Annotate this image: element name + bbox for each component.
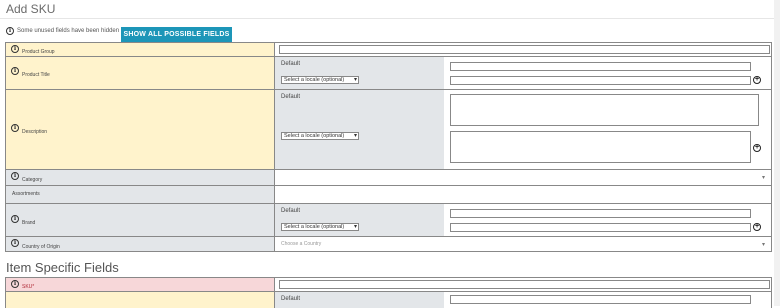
info-icon[interactable]: i: [11, 67, 19, 75]
info-icon[interactable]: i: [11, 45, 19, 53]
label-text: Brand: [22, 220, 36, 226]
row-sku: i SKU*: [6, 278, 772, 292]
label-text: Description: [22, 129, 48, 135]
locale-select[interactable]: Select a locale (optional): [281, 223, 359, 231]
label-country: i Country of Origin: [6, 237, 275, 251]
default-label: Default: [281, 94, 301, 100]
row-description: i Description Default Select a locale (o…: [6, 90, 772, 170]
field-description: Default Select a locale (optional) +: [275, 90, 771, 169]
default-label: Default: [281, 208, 301, 214]
label-text: Assortments: [12, 191, 40, 197]
chevron-down-icon[interactable]: ▾: [762, 241, 765, 248]
product-title-locale-input[interactable]: [450, 76, 751, 85]
add-locale-icon[interactable]: +: [753, 223, 761, 231]
country-select[interactable]: Choose a Country ▾: [275, 237, 771, 251]
locale-column: Default Select a locale (optional): [275, 90, 445, 169]
row-assortments: Assortments: [6, 186, 772, 204]
label-description: i Description: [6, 90, 275, 169]
label-category: i Category: [6, 170, 275, 185]
row-country: i Country of Origin Choose a Country ▾: [6, 237, 772, 252]
default-label: Default: [281, 296, 301, 302]
product-group-input[interactable]: [279, 45, 770, 54]
locale-select[interactable]: Select a locale (optional): [281, 132, 359, 140]
description-default-textarea[interactable]: [450, 94, 759, 126]
add-locale-icon[interactable]: +: [753, 144, 761, 152]
label-product-title: i Product Title: [6, 57, 275, 89]
hint-text: Some unused fields have been hidden: [17, 28, 120, 34]
field-assortments[interactable]: [275, 186, 771, 203]
label-text: Country of Origin: [22, 244, 60, 250]
sku-form: i Product Group i Product Title Default …: [5, 42, 772, 252]
label-text: SKU*: [22, 284, 35, 290]
info-icon[interactable]: i: [11, 280, 19, 288]
locale-column: Default Select a locale (optional): [275, 57, 445, 89]
add-locale-icon[interactable]: +: [753, 76, 761, 84]
label-text: Product Title: [22, 72, 50, 78]
item-specific-form: i SKU* Default: [5, 277, 772, 308]
row-brand: i Brand Default Select a locale (optiona…: [6, 204, 772, 237]
label-product-group: i Product Group: [6, 43, 275, 56]
locale-column: Default Select a locale (optional): [275, 204, 445, 236]
chevron-down-icon[interactable]: ▾: [762, 174, 765, 181]
info-icon[interactable]: i: [11, 215, 19, 223]
locale-select[interactable]: Select a locale (optional): [281, 76, 359, 84]
label-text: Product Group: [22, 49, 55, 55]
field-product-group: [275, 43, 771, 56]
next-default-input[interactable]: [450, 295, 751, 304]
sku-input[interactable]: [279, 280, 770, 289]
label-assortments: Assortments: [6, 186, 275, 203]
row-product-group: i Product Group: [6, 43, 772, 57]
show-all-fields-button[interactable]: SHOW ALL POSSIBLE FIELDS: [121, 27, 232, 43]
label-sku: i SKU*: [6, 278, 275, 291]
default-label: Default: [281, 61, 301, 67]
info-icon[interactable]: i: [11, 124, 19, 132]
label-text: Category: [22, 177, 43, 183]
product-title-default-input[interactable]: [450, 62, 751, 71]
field-sku: [275, 278, 771, 291]
title-divider: [0, 18, 780, 19]
page-title: Add SKU: [6, 2, 56, 16]
field-brand: Default Select a locale (optional) +: [275, 204, 771, 236]
brand-locale-input[interactable]: [450, 223, 751, 232]
field-category[interactable]: ▾: [275, 170, 771, 185]
description-locale-textarea[interactable]: [450, 131, 751, 163]
section-title: Item Specific Fields: [6, 260, 119, 275]
scrollbar[interactable]: [774, 0, 780, 306]
brand-default-input[interactable]: [450, 209, 751, 218]
info-icon[interactable]: i: [11, 239, 19, 247]
label-brand: i Brand: [6, 204, 275, 236]
country-placeholder: Choose a Country: [281, 241, 322, 247]
hidden-fields-hint: i Some unused fields have been hidden: [6, 27, 119, 35]
row-product-title: i Product Title Default Select a locale …: [6, 57, 772, 90]
field-product-title: Default Select a locale (optional) +: [275, 57, 771, 89]
info-icon[interactable]: i: [11, 172, 19, 180]
info-icon: i: [6, 27, 14, 35]
row-category: i Category ▾: [6, 170, 772, 186]
